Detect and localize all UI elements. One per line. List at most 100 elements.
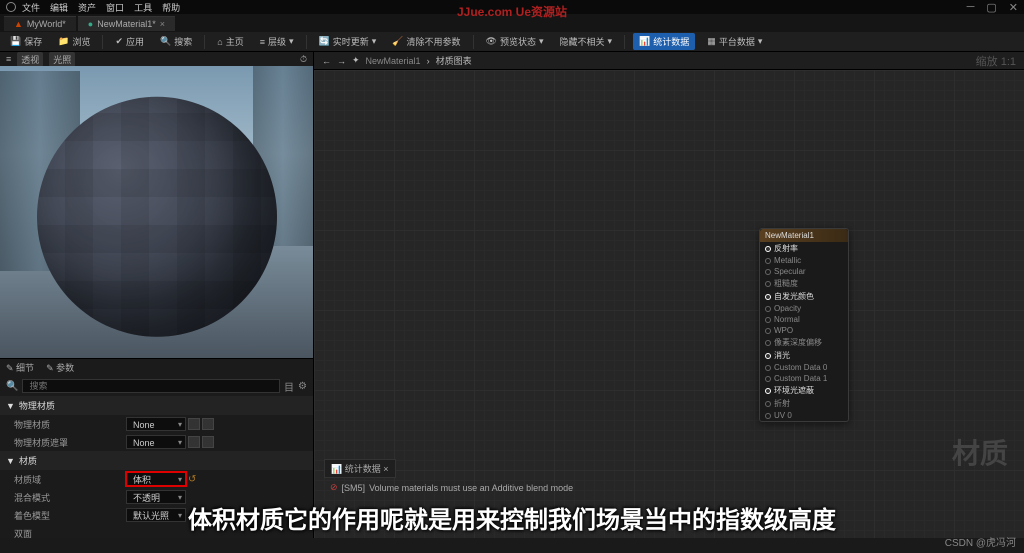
pin-icon bbox=[765, 353, 771, 359]
tab-myworld[interactable]: ▲ MyWorld* bbox=[4, 16, 76, 31]
menu-file[interactable]: 文件 bbox=[22, 1, 40, 14]
pin-icon bbox=[765, 388, 771, 394]
browse-icon[interactable] bbox=[188, 418, 200, 430]
material-domain-dropdown[interactable]: 体积 bbox=[126, 472, 186, 486]
node-pin[interactable]: Metallic bbox=[760, 255, 848, 266]
main-menu: 文件 编辑 资产 窗口 工具 帮助 bbox=[22, 1, 180, 14]
close-icon[interactable]: ✕ bbox=[1009, 1, 1018, 14]
tab-params[interactable]: ✎ 参数 bbox=[46, 361, 74, 374]
pin-icon bbox=[765, 365, 771, 371]
pin-icon bbox=[765, 340, 771, 346]
clean-button[interactable]: 🧹 清除不用参数 bbox=[388, 33, 464, 50]
pin-icon bbox=[765, 376, 771, 382]
preview-button[interactable]: 👁 预览状态 ▾ bbox=[482, 33, 548, 50]
pin-label: 消光 bbox=[774, 350, 790, 361]
tab-details[interactable]: ✎ 细节 bbox=[6, 361, 34, 374]
crumb-leaf[interactable]: 材质图表 bbox=[436, 54, 472, 67]
search-button[interactable]: 🔍 搜索 bbox=[156, 33, 196, 50]
nav-back-icon[interactable]: ← bbox=[322, 56, 331, 66]
home-button[interactable]: ⌂ 主页 bbox=[213, 33, 247, 50]
use-icon[interactable] bbox=[202, 418, 214, 430]
live-update-button[interactable]: 🔄 实时更新 ▾ bbox=[315, 33, 381, 50]
lit-dropdown[interactable]: 光照 bbox=[49, 52, 75, 67]
stats-panel: 📊 统计数据 × ⊘ [SM5] Volume materials must u… bbox=[324, 459, 1014, 497]
pin-icon bbox=[765, 246, 771, 252]
hide-button[interactable]: 隐藏不相关 ▾ bbox=[556, 33, 617, 50]
platform-button[interactable]: ▦ 平台数据 ▾ bbox=[703, 33, 766, 50]
panel-tabs: ✎ 细节 ✎ 参数 bbox=[0, 358, 313, 376]
pin-label: WPO bbox=[774, 326, 793, 335]
browse-button[interactable]: 📁 浏览 bbox=[54, 33, 94, 50]
stats-message: ⊘ [SM5] Volume materials must use an Add… bbox=[324, 478, 1014, 497]
search-input[interactable] bbox=[22, 379, 280, 393]
use-icon[interactable] bbox=[202, 436, 214, 448]
nav-fwd-icon[interactable]: → bbox=[337, 56, 346, 66]
node-pin[interactable]: 自发光颜色 bbox=[760, 290, 848, 303]
physmat-dropdown[interactable]: None bbox=[126, 417, 186, 431]
prop-label: 材质域 bbox=[6, 473, 126, 486]
menu-help[interactable]: 帮助 bbox=[162, 1, 180, 14]
node-pin[interactable]: Custom Data 0 bbox=[760, 362, 848, 373]
level-icon: ▲ bbox=[14, 19, 23, 29]
stats-tag: [SM5] bbox=[342, 483, 366, 493]
node-pin[interactable]: Specular bbox=[760, 266, 848, 277]
pin-icon bbox=[765, 401, 771, 407]
node-pin[interactable]: 粗糙度 bbox=[760, 277, 848, 290]
pin-label: Metallic bbox=[774, 256, 801, 265]
minimize-icon[interactable]: ─ bbox=[967, 1, 975, 14]
pin-label: Custom Data 0 bbox=[774, 363, 827, 372]
perspective-dropdown[interactable]: 透视 bbox=[17, 52, 43, 67]
node-pin[interactable]: WPO bbox=[760, 325, 848, 336]
pin-label: Specular bbox=[774, 267, 806, 276]
node-pin[interactable]: 像素深度偏移 bbox=[760, 336, 848, 349]
prop-row: 物理材质遮罩 None bbox=[0, 433, 313, 451]
prop-label: 物理材质 bbox=[6, 418, 126, 431]
stats-button[interactable]: 📊 统计数据 bbox=[633, 33, 695, 50]
node-pin[interactable]: 环境光遮蔽 bbox=[760, 384, 848, 397]
tab-label: MyWorld* bbox=[27, 19, 66, 29]
error-icon: ⊘ bbox=[330, 482, 338, 493]
video-subtitle: 体积材质它的作用呢就是用来控制我们场景当中的指数级高度 bbox=[0, 500, 1024, 535]
graph-icon: ✦ bbox=[352, 55, 360, 66]
pin-label: UV 0 bbox=[774, 411, 792, 420]
menu-asset[interactable]: 资产 bbox=[78, 1, 96, 14]
menu-tools[interactable]: 工具 bbox=[134, 1, 152, 14]
node-pin[interactable]: 消光 bbox=[760, 349, 848, 362]
preview-sphere bbox=[37, 97, 277, 337]
page-watermark: JJue.com Ue资源站 bbox=[457, 3, 567, 20]
viewport-options-icon[interactable]: ≡ bbox=[6, 54, 11, 64]
tab-close-icon[interactable]: × bbox=[160, 19, 165, 29]
pin-label: 折射 bbox=[774, 398, 790, 409]
ue-logo-icon bbox=[6, 2, 16, 12]
maximize-icon[interactable]: ▢ bbox=[986, 1, 996, 14]
pin-label: Opacity bbox=[774, 304, 801, 313]
filter-icon[interactable]: 目 bbox=[284, 379, 294, 394]
section-material[interactable]: ▼ 材质 bbox=[0, 451, 313, 470]
credit-text: CSDN @虎冯河 bbox=[945, 534, 1016, 549]
reset-icon[interactable]: ↺ bbox=[188, 474, 196, 485]
apply-button[interactable]: ✔ 应用 bbox=[111, 33, 148, 50]
settings-icon[interactable]: ⚙ bbox=[298, 381, 307, 392]
material-output-node[interactable]: NewMaterial1 反射率MetallicSpecular粗糙度自发光颜色… bbox=[759, 228, 849, 422]
node-pin[interactable]: Normal bbox=[760, 314, 848, 325]
hierarchy-button[interactable]: ≡ 层级 ▾ bbox=[256, 33, 298, 50]
menu-window[interactable]: 窗口 bbox=[106, 1, 124, 14]
node-pin[interactable]: 折射 bbox=[760, 397, 848, 410]
show-icon[interactable]: ⏱ bbox=[300, 54, 307, 65]
node-pin[interactable]: Custom Data 1 bbox=[760, 373, 848, 384]
material-preview-viewport[interactable] bbox=[0, 66, 313, 358]
save-button[interactable]: 💾 保存 bbox=[6, 33, 46, 50]
main-toolbar: 💾 保存 📁 浏览 ✔ 应用 🔍 搜索 ⌂ 主页 ≡ 层级 ▾ 🔄 实时更新 ▾… bbox=[0, 32, 1024, 52]
node-pin[interactable]: UV 0 bbox=[760, 410, 848, 421]
tab-newmaterial[interactable]: ● NewMaterial1* × bbox=[78, 16, 175, 31]
node-pin[interactable]: Opacity bbox=[760, 303, 848, 314]
physmat-mask-dropdown[interactable]: None bbox=[126, 435, 186, 449]
menu-edit[interactable]: 编辑 bbox=[50, 1, 68, 14]
section-physical-material[interactable]: ▼ 物理材质 bbox=[0, 396, 313, 415]
pin-icon bbox=[765, 328, 771, 334]
node-pin[interactable]: 反射率 bbox=[760, 242, 848, 255]
stats-text: Volume materials must use an Additive bl… bbox=[369, 483, 573, 493]
stats-title[interactable]: 📊 统计数据 × bbox=[324, 459, 396, 478]
crumb-root[interactable]: NewMaterial1 bbox=[366, 56, 421, 66]
browse-icon[interactable] bbox=[188, 436, 200, 448]
